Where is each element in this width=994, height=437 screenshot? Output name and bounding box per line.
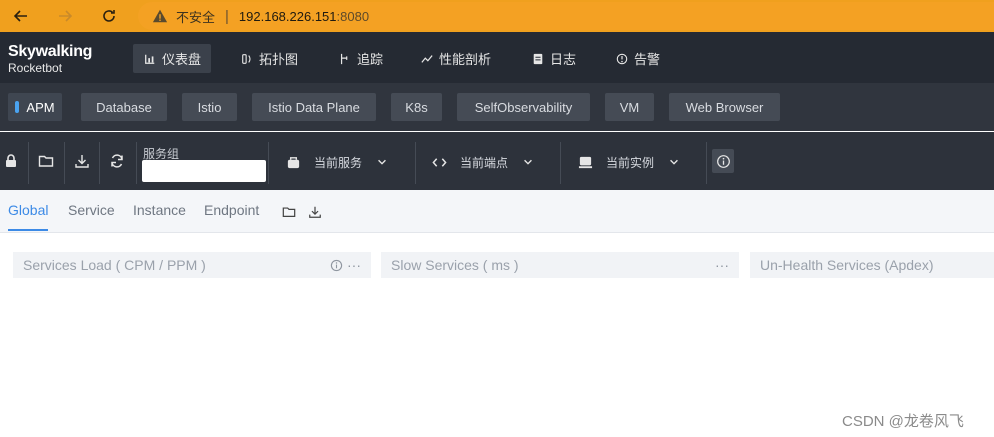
warning-icon (152, 7, 170, 25)
download-icon[interactable] (307, 204, 323, 220)
chevron-down-icon (522, 155, 536, 169)
widget-title: Services Load ( CPM / PPM ) (23, 257, 206, 273)
more-icon[interactable]: ··· (715, 257, 729, 273)
layer-tab-web-browser[interactable]: Web Browser (669, 93, 780, 121)
info-icon[interactable] (712, 149, 734, 173)
layer-tab-k8s[interactable]: K8s (391, 93, 442, 121)
current-service-select[interactable]: 当前服务 (284, 150, 390, 174)
nav-trace[interactable]: 追踪 (328, 44, 393, 73)
chevron-down-icon (668, 155, 682, 169)
address-divider: | (225, 7, 229, 25)
layer-tab-apm[interactable]: APM (8, 93, 62, 121)
tab-global[interactable]: Global (8, 202, 48, 218)
logo-subtitle: Rocketbot (8, 61, 63, 75)
nav-topology[interactable]: 拓扑图 (230, 44, 308, 73)
dashboard-icon (143, 52, 157, 66)
info-icon[interactable] (330, 259, 343, 272)
log-icon (531, 52, 545, 66)
insecure-label: 不安全 (176, 9, 216, 25)
current-service-label: 当前服务 (314, 155, 363, 170)
nav-alarm-label: 告警 (634, 52, 661, 67)
layer-tab-label: K8s (405, 99, 428, 115)
toolbar-divider (28, 142, 29, 184)
tab-endpoint[interactable]: Endpoint (204, 202, 259, 218)
service-group-input[interactable] (142, 160, 266, 182)
layer-tab-database[interactable]: Database (81, 93, 167, 121)
watermark: CSDN @龙卷风飞 (842, 413, 964, 430)
nav-dashboard[interactable]: 仪表盘 (133, 44, 212, 73)
tab-instance[interactable]: Instance (133, 202, 186, 218)
nav-log-label: 日志 (550, 52, 577, 67)
url-port: :8080 (336, 8, 370, 24)
folder-icon[interactable] (281, 204, 297, 220)
forward-arrow-icon[interactable] (51, 0, 79, 32)
layer-tab-label: SelfObservability (474, 99, 573, 115)
toolbar-divider (560, 142, 561, 184)
topology-icon (240, 52, 254, 66)
url-host: 192.168.226.151 (238, 8, 337, 24)
nav-alarm[interactable]: 告警 (605, 44, 670, 73)
nav-topology-label: 拓扑图 (259, 52, 299, 67)
toolbar-divider (99, 142, 100, 184)
service-icon (284, 153, 302, 171)
widget-unhealth-services: Un-Health Services (Apdex) (750, 252, 994, 278)
refresh-icon[interactable] (108, 152, 126, 170)
browser-address-bar: 不安全 | 192.168.226.151:8080 (0, 0, 994, 32)
toolbar-divider (706, 142, 707, 184)
layer-tab-label: VM (619, 99, 640, 115)
reload-icon[interactable] (95, 0, 123, 32)
toolbar-divider (415, 142, 416, 184)
toolbar-divider (136, 142, 137, 184)
active-indicator (15, 101, 20, 113)
current-endpoint-select[interactable]: 当前端点 (430, 150, 536, 174)
tab-service[interactable]: Service (68, 202, 115, 218)
widget-title: Slow Services ( ms ) (391, 257, 519, 273)
nav-profile-label: 性能剖析 (439, 52, 492, 67)
url-field[interactable]: 不安全 | 192.168.226.151:8080 (138, 2, 994, 30)
current-endpoint-label: 当前端点 (460, 155, 509, 170)
layer-tab-label: APM (26, 99, 55, 115)
nav-trace-label: 追踪 (357, 52, 384, 67)
chevron-down-icon (376, 155, 390, 169)
alarm-icon (615, 52, 629, 66)
code-icon (430, 153, 448, 171)
layer-tab-istio-data-plane[interactable]: Istio Data Plane (252, 93, 376, 121)
instance-icon (576, 153, 594, 171)
widget-slow-services: Slow Services ( ms ) ··· (381, 252, 739, 278)
layer-tab-vm[interactable]: VM (605, 93, 654, 121)
active-tab-underline (8, 229, 48, 231)
layer-tab-selfobservability[interactable]: SelfObservability (457, 93, 590, 121)
skywalking-logo: Skywalking Rocketbot (8, 43, 93, 76)
widget-services-load: Services Load ( CPM / PPM ) ··· (13, 252, 371, 278)
nav-profile[interactable]: 性能剖析 (410, 44, 501, 73)
current-instance-select[interactable]: 当前实例 (576, 150, 682, 174)
more-icon[interactable]: ··· (347, 257, 361, 273)
current-instance-label: 当前实例 (606, 155, 655, 170)
toolbar-divider (268, 142, 269, 184)
layer-tab-label: Istio Data Plane (268, 99, 360, 115)
layer-tab-label: Istio (197, 99, 222, 115)
layer-tab-label: Web Browser (685, 99, 764, 115)
lock-icon[interactable] (2, 152, 20, 170)
nav-dashboard-label: 仪表盘 (162, 52, 202, 67)
layer-tab-istio[interactable]: Istio (182, 93, 237, 121)
layer-tab-label: Database (96, 99, 152, 115)
widget-title: Un-Health Services (Apdex) (760, 257, 934, 273)
folder-icon[interactable] (37, 152, 55, 170)
nav-log[interactable]: 日志 (521, 44, 586, 73)
toolbar-divider (64, 142, 65, 184)
profile-icon (420, 52, 434, 66)
back-arrow-icon[interactable] (7, 0, 35, 32)
trace-icon (338, 52, 352, 66)
logo-title: Skywalking (8, 43, 93, 60)
download-icon[interactable] (73, 152, 91, 170)
